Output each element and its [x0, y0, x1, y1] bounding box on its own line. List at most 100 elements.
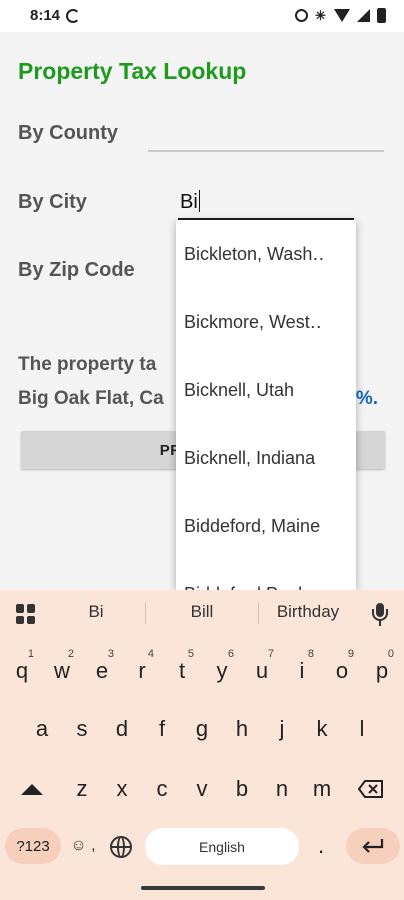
- status-bar: 8:14 ✳: [0, 0, 404, 32]
- result-location: Big Oak Flat, Ca: [18, 388, 164, 409]
- key-label: y: [216, 658, 228, 683]
- key-label: h: [235, 716, 249, 741]
- text-caret: [198, 190, 200, 212]
- dropdown-item[interactable]: Bickmore, West‥: [176, 288, 356, 356]
- key-k[interactable]: k: [303, 704, 341, 754]
- key-p[interactable]: p0: [363, 646, 401, 696]
- key-label: p: [375, 658, 389, 683]
- key-e[interactable]: e3: [83, 646, 121, 696]
- key-label: m: [312, 776, 332, 801]
- key-label: x: [116, 776, 128, 801]
- key-label: z: [76, 776, 88, 801]
- key-f[interactable]: f: [143, 704, 181, 754]
- key-label: c: [156, 776, 168, 801]
- key-h[interactable]: h: [223, 704, 261, 754]
- by-zip-label: By Zip Code: [18, 259, 135, 281]
- key-label: w: [54, 658, 70, 683]
- dropdown-item[interactable]: Bickleton, Wash‥: [176, 220, 356, 288]
- status-icons: ✳: [295, 8, 386, 23]
- key-q[interactable]: q1: [3, 646, 41, 696]
- key-w[interactable]: w2: [43, 646, 81, 696]
- backspace-icon: [357, 780, 383, 798]
- emoji-comma-key[interactable]: ☺ ,: [66, 828, 100, 864]
- key-j[interactable]: j: [263, 704, 301, 754]
- key-y[interactable]: y6: [203, 646, 241, 696]
- enter-icon: [362, 839, 384, 853]
- enter-key[interactable]: [346, 828, 400, 864]
- key-hint: 3: [107, 648, 114, 660]
- key-label: b: [235, 776, 249, 801]
- dropdown-item[interactable]: Bicknell, Indiana: [176, 424, 356, 492]
- key-x[interactable]: x: [103, 764, 141, 814]
- key-a[interactable]: a: [23, 704, 61, 754]
- key-hint: 8: [307, 648, 314, 660]
- soft-keyboard: Bi Bill Birthday q1w2e3r4t5y6u7i8o9p0 as…: [0, 590, 404, 900]
- key-label: o: [335, 658, 349, 683]
- key-row-1: q1w2e3r4t5y6u7i8o9p0: [0, 646, 404, 696]
- key-hint: 1: [27, 648, 34, 660]
- dropdown-item[interactable]: Biddeford, Maine: [176, 492, 356, 560]
- key-row-2: asdf g hjk l: [0, 704, 404, 754]
- mic-icon[interactable]: [371, 603, 389, 627]
- key-z[interactable]: z: [63, 764, 101, 814]
- key-label: t: [178, 658, 186, 683]
- key-g[interactable]: g: [183, 704, 221, 754]
- globe-icon[interactable]: [110, 836, 132, 858]
- apps-grid-icon[interactable]: [16, 604, 36, 624]
- key-label: r: [138, 658, 146, 683]
- city-input-value: Bi: [180, 191, 198, 213]
- key-row-3: z x c v b nm: [0, 764, 404, 814]
- key-c[interactable]: c: [143, 764, 181, 814]
- key-v[interactable]: v: [183, 764, 221, 814]
- suggestion[interactable]: Birthday: [258, 602, 358, 622]
- suggestion[interactable]: Bi: [46, 602, 146, 622]
- key-label: a: [35, 716, 49, 741]
- key-u[interactable]: u7: [243, 646, 281, 696]
- suggestion[interactable]: Bill: [152, 602, 252, 622]
- key-hint: 9: [347, 648, 354, 660]
- key-label: q: [15, 658, 29, 683]
- period-key[interactable]: .: [306, 828, 336, 864]
- status-time: 8:14: [30, 7, 61, 24]
- signal-icon: [357, 9, 370, 22]
- key-label: u: [255, 658, 269, 683]
- key-s[interactable]: s: [63, 704, 101, 754]
- key-label: k: [316, 716, 328, 741]
- key-label: i: [299, 658, 305, 683]
- key-m[interactable]: m: [303, 764, 341, 814]
- key-label: e: [95, 658, 109, 683]
- city-input[interactable]: Bi: [178, 182, 354, 220]
- nav-handle[interactable]: [141, 886, 265, 890]
- key-label: l: [359, 716, 365, 741]
- keyboard-toolbar: Bi Bill Birthday: [0, 590, 404, 636]
- shift-icon: [21, 783, 43, 795]
- key-hint: 0: [387, 648, 394, 660]
- key-l[interactable]: l: [343, 704, 381, 754]
- key-n[interactable]: n: [263, 764, 301, 814]
- key-label: g: [195, 716, 209, 741]
- dropdown-item[interactable]: Biddeford Pool: [176, 560, 356, 591]
- alarm-icon: [295, 9, 308, 22]
- result-rate: %.: [355, 388, 378, 409]
- space-key[interactable]: English: [145, 828, 299, 865]
- key-o[interactable]: o9: [323, 646, 361, 696]
- county-input[interactable]: [148, 118, 384, 152]
- wifi-icon: [334, 9, 350, 22]
- key-t[interactable]: t5: [163, 646, 201, 696]
- backspace-key[interactable]: [352, 764, 390, 814]
- key-r[interactable]: r4: [123, 646, 161, 696]
- key-hint: 7: [267, 648, 274, 660]
- key-b[interactable]: b: [223, 764, 261, 814]
- battery-icon: [377, 8, 386, 23]
- symbols-key[interactable]: ?123: [5, 828, 61, 864]
- key-d[interactable]: d: [103, 704, 141, 754]
- sync-icon: [66, 9, 80, 23]
- shift-key[interactable]: [12, 764, 52, 814]
- city-autocomplete-dropdown: Bickleton, Wash‥ Bickmore, West‥ Bicknel…: [176, 220, 356, 590]
- key-i[interactable]: i8: [283, 646, 321, 696]
- dropdown-item[interactable]: Bicknell, Utah: [176, 356, 356, 424]
- key-label: f: [158, 716, 166, 741]
- suggestion-divider: [145, 602, 146, 624]
- bluetooth-icon: ✳: [315, 7, 326, 23]
- city-input-value-wrap: Bi: [180, 190, 200, 214]
